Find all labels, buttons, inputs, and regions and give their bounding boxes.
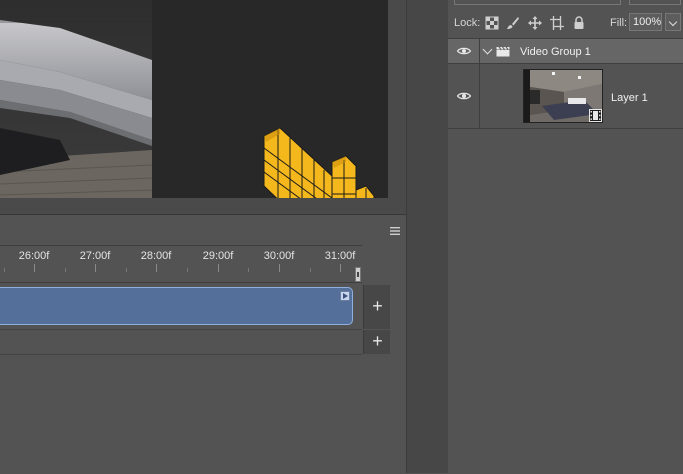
ruler-tick-label: 29:00f	[202, 250, 234, 262]
work-area-end-handle[interactable]	[355, 267, 361, 282]
ruler-tick-label: 27:00f	[79, 250, 111, 262]
lock-bar: Lock: Fill: 100%	[448, 8, 683, 39]
add-audio-button[interactable]: +	[363, 330, 391, 354]
ruler-subtick	[4, 268, 5, 272]
video-track	[0, 285, 362, 330]
ruler-tick-label: 31:00f	[324, 250, 356, 262]
visibility-toggle[interactable]	[448, 39, 480, 63]
audio-track	[0, 330, 362, 355]
layer-row[interactable]: Layer 1	[448, 64, 683, 129]
artboard-icon[interactable]	[550, 16, 564, 30]
timeline-scroll-area[interactable]	[390, 245, 406, 474]
ruler-subtick	[248, 268, 249, 272]
fill-dropdown-button[interactable]	[665, 13, 681, 31]
ruler-tick-label: 28:00f	[140, 250, 172, 262]
ruler-subtick	[126, 268, 127, 272]
clip-transition-icon[interactable]	[340, 291, 350, 301]
film-strip-icon	[589, 109, 602, 122]
ruler-tick	[279, 264, 280, 272]
time-ruler[interactable]: 26:00f 27:00f 28:00f 29:00f 30:00f 31:00…	[0, 245, 362, 283]
layers-panel-top	[448, 0, 683, 8]
layer-group-row[interactable]: Video Group 1	[448, 39, 683, 64]
fill-input[interactable]: 100%	[629, 13, 662, 31]
visibility-toggle[interactable]	[448, 64, 480, 128]
padlock-icon[interactable]	[572, 16, 586, 30]
add-media-button[interactable]: +	[363, 285, 391, 329]
canvas-horizontal-scrollbar[interactable]	[0, 198, 406, 214]
hamburger-menu-icon[interactable]	[390, 227, 400, 235]
ruler-subtick	[310, 268, 311, 272]
clapperboard-icon	[496, 46, 510, 57]
move-icon[interactable]	[528, 16, 542, 30]
lock-label: Lock:	[454, 17, 481, 29]
opacity-field-edge[interactable]	[629, 0, 681, 5]
canvas-vertical-scrollbar[interactable]	[388, 0, 406, 198]
fill-label: Fill:	[610, 17, 628, 29]
eye-icon[interactable]	[457, 47, 471, 55]
ruler-tick	[156, 264, 157, 272]
video-clip[interactable]	[0, 287, 353, 325]
ruler-subtick	[65, 268, 66, 272]
document-canvas[interactable]	[0, 0, 388, 198]
group-name: Video Group 1	[520, 46, 591, 58]
timeline-header	[0, 215, 406, 245]
brush-icon[interactable]	[506, 16, 520, 30]
layer-name: Layer 1	[611, 92, 648, 104]
timeline-panel: 26:00f 27:00f 28:00f 29:00f 30:00f 31:00…	[0, 214, 406, 474]
ruler-subtick	[187, 268, 188, 272]
ruler-tick	[95, 264, 96, 272]
ruler-tick-label: 26:00f	[18, 250, 50, 262]
ruler-tick-label: 30:00f	[263, 250, 295, 262]
ruler-tick	[34, 264, 35, 272]
hand-pointer-icon	[263, 127, 375, 198]
checker-icon[interactable]	[485, 16, 499, 30]
filter-field-edge[interactable]	[454, 0, 621, 5]
ruler-tick	[218, 264, 219, 272]
layers-panel: Lock: Fill: 100% Video Group 1 Layer 1	[448, 0, 683, 473]
panel-dock-gutter	[406, 0, 449, 473]
video-frame-preview	[0, 0, 152, 198]
eye-icon[interactable]	[457, 92, 471, 100]
ruler-tick	[340, 264, 341, 272]
